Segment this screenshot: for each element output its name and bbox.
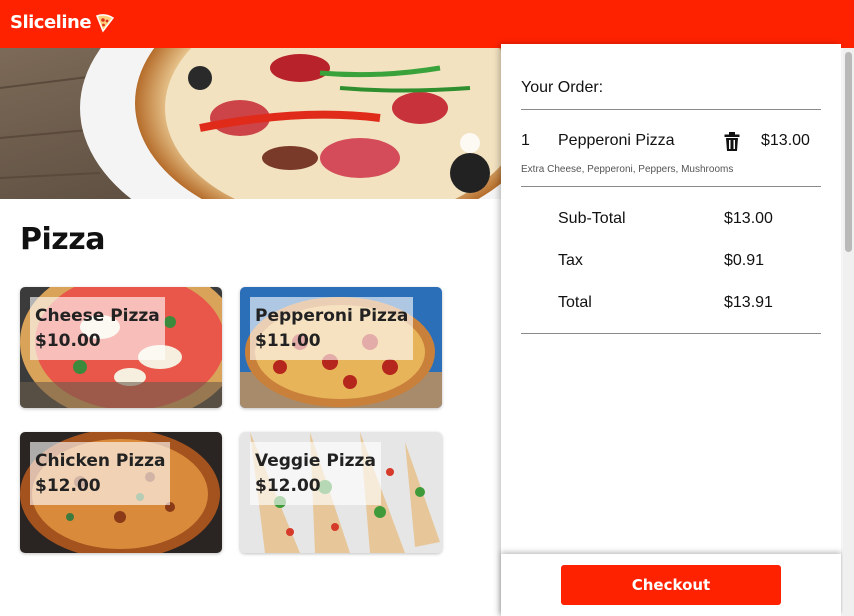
order-item-name: Pepperoni Pizza [558, 132, 675, 149]
menu-item-chicken-pizza[interactable]: Chicken Pizza $12.00 [20, 432, 222, 553]
page-scrollbar[interactable] [843, 48, 854, 616]
order-panel: Your Order: 1 Pepperoni Pizza $13.00 Ext… [501, 44, 841, 616]
menu-item-label: Chicken Pizza $12.00 [30, 442, 171, 505]
checkout-bar: Checkout [501, 554, 841, 616]
subtotal-label: Sub-Total [558, 210, 626, 227]
menu-item-price: $11.00 [255, 331, 321, 351]
menu-item-label: Pepperoni Pizza $11.00 [250, 297, 414, 360]
brand-logo[interactable]: Sliceline [10, 12, 115, 33]
hero-banner-image [0, 48, 501, 199]
checkout-button[interactable]: Checkout [561, 565, 781, 605]
pizza-slice-icon [95, 13, 115, 33]
divider [521, 186, 821, 187]
menu-item-label: Veggie Pizza $12.00 [250, 442, 381, 505]
menu-item-price: $12.00 [35, 476, 101, 496]
menu-item-name: Veggie Pizza [255, 451, 376, 471]
menu-item-label: Cheese Pizza $10.00 [30, 297, 165, 360]
menu-item-pepperoni-pizza[interactable]: Pepperoni Pizza $11.00 [240, 287, 442, 408]
menu-item-veggie-pizza[interactable]: Veggie Pizza $12.00 [240, 432, 442, 553]
divider [521, 109, 821, 110]
menu-item-cheese-pizza[interactable]: Cheese Pizza $10.00 [20, 287, 222, 408]
order-item-modifiers: Extra Cheese, Pepperoni, Peppers, Mushro… [521, 164, 734, 175]
top-bar: Sliceline [0, 0, 854, 48]
menu-item-price: $10.00 [35, 331, 101, 351]
order-item-row[interactable]: 1 Pepperoni Pizza $13.00 [521, 132, 821, 154]
order-item-price: $13.00 [761, 132, 810, 149]
menu-section-title: Pizza [20, 222, 105, 257]
order-heading: Your Order: [521, 79, 604, 96]
menu-item-name: Chicken Pizza [35, 451, 166, 471]
trash-icon[interactable] [724, 132, 740, 156]
total-value: $13.91 [724, 294, 773, 311]
menu-item-name: Pepperoni Pizza [255, 306, 409, 326]
tax-label: Tax [558, 252, 583, 269]
order-item-qty: 1 [521, 132, 530, 149]
brand-name: Sliceline [10, 12, 92, 33]
tax-value: $0.91 [724, 252, 765, 269]
total-label: Total [558, 294, 592, 311]
divider [521, 333, 821, 334]
menu-item-price: $12.00 [255, 476, 321, 496]
scrollbar-thumb[interactable] [845, 52, 852, 252]
subtotal-value: $13.00 [724, 210, 773, 227]
menu-item-name: Cheese Pizza [35, 306, 160, 326]
